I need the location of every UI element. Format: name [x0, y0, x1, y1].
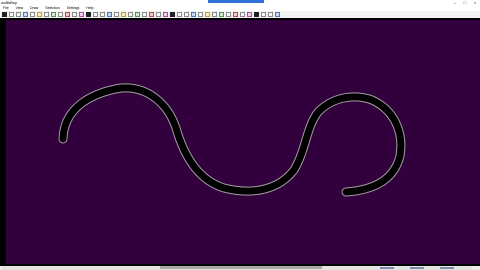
zoom-in-icon[interactable] — [219, 12, 224, 17]
unlock-icon[interactable] — [254, 12, 259, 17]
zoom-fit-icon[interactable] — [233, 12, 238, 17]
align-icon[interactable] — [191, 12, 196, 17]
pen-icon[interactable] — [135, 12, 140, 17]
close-icon[interactable]: × — [472, 1, 478, 5]
curve-stroke[interactable] — [59, 84, 405, 196]
horizontal-scrollbar-thumb[interactable] — [160, 266, 322, 269]
copy-icon[interactable] — [44, 12, 49, 17]
redo-icon[interactable] — [30, 12, 35, 17]
text-icon[interactable] — [128, 12, 133, 17]
group-icon[interactable] — [177, 12, 182, 17]
select-icon[interactable] — [58, 12, 63, 17]
grid-icon[interactable] — [163, 12, 168, 17]
ungroup-icon[interactable] — [184, 12, 189, 17]
picker-icon[interactable] — [156, 12, 161, 17]
lock-icon[interactable] — [247, 12, 252, 17]
canvas-svg — [58, 83, 406, 197]
cut-icon[interactable] — [37, 12, 42, 17]
circle-icon[interactable] — [107, 12, 112, 17]
line-icon[interactable] — [86, 12, 91, 17]
help-icon[interactable] — [268, 12, 273, 17]
undo-icon[interactable] — [23, 12, 28, 17]
color-icon[interactable] — [275, 12, 280, 17]
open-icon[interactable] — [9, 12, 14, 17]
minimize-icon[interactable]: – — [452, 1, 458, 5]
active-title-indicator — [208, 0, 264, 3]
fill-icon[interactable] — [149, 12, 154, 17]
distribute-icon[interactable] — [198, 12, 203, 17]
curve-icon[interactable] — [93, 12, 98, 17]
hand-icon[interactable] — [240, 12, 245, 17]
mirror-icon[interactable] — [212, 12, 217, 17]
scale-icon[interactable] — [79, 12, 84, 17]
drawing-canvas[interactable] — [6, 20, 480, 264]
maximize-icon[interactable]: □ — [462, 1, 468, 5]
save-icon[interactable] — [2, 12, 7, 17]
status-indicator-3 — [440, 267, 454, 269]
flip-icon[interactable] — [205, 12, 210, 17]
arc-icon[interactable] — [100, 12, 105, 17]
rect-icon[interactable] — [114, 12, 119, 17]
curve-outline — [58, 83, 406, 197]
new-icon[interactable] — [16, 12, 21, 17]
eraser-icon[interactable] — [142, 12, 147, 17]
settings-icon[interactable] — [261, 12, 266, 17]
status-indicator-2 — [410, 267, 424, 269]
move-icon[interactable] — [65, 12, 70, 17]
paste-icon[interactable] — [51, 12, 56, 17]
status-indicator-1 — [380, 267, 394, 269]
layer-icon[interactable] — [170, 12, 175, 17]
rotate-icon[interactable] — [72, 12, 77, 17]
zoom-out-icon[interactable] — [226, 12, 231, 17]
polygon-icon[interactable] — [121, 12, 126, 17]
